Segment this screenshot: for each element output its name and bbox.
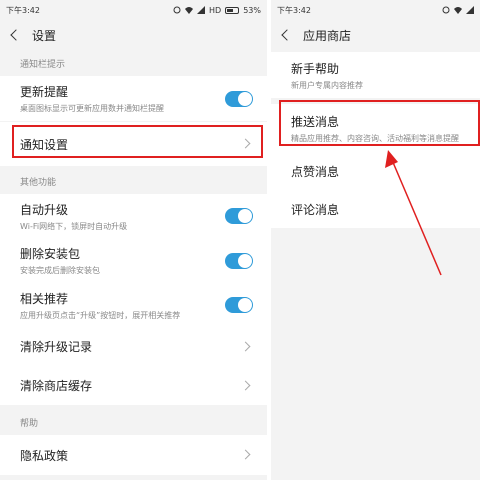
annotation-arrow (385, 150, 442, 276)
arrow-line (391, 159, 442, 276)
arrow-head (385, 150, 398, 168)
